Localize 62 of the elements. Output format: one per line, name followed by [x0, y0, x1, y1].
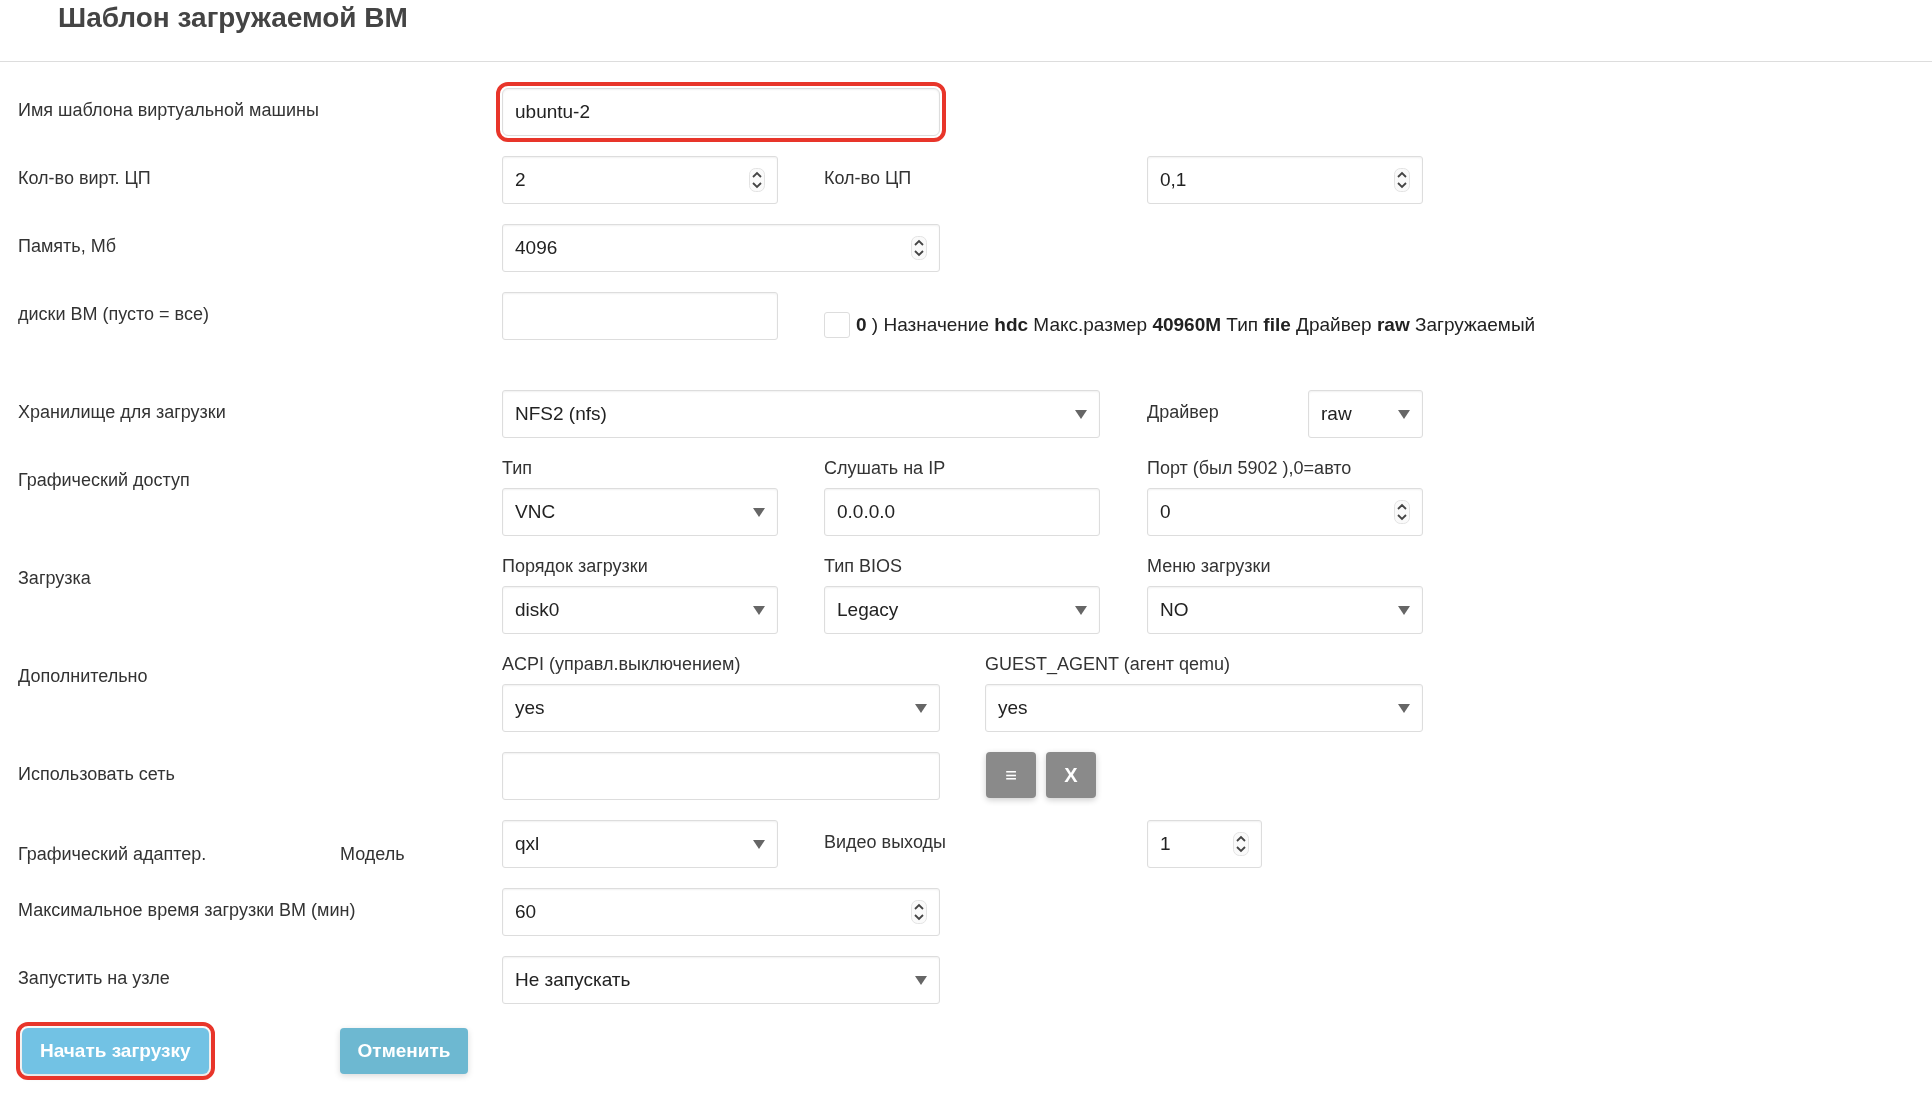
spinner-arrows-icon[interactable] [749, 168, 765, 192]
spinner-arrows-icon[interactable] [1233, 832, 1249, 856]
checkbox[interactable] [824, 312, 850, 338]
field-label: Кол-во вирт. ЦП [18, 167, 152, 189]
dropdown-caret-icon [1398, 605, 1410, 615]
select-field[interactable]: NO [1147, 586, 1423, 634]
number-field[interactable]: 0 [1147, 488, 1423, 536]
select-field[interactable]: Не запускать [502, 956, 940, 1004]
field-caption: Слушать на IP [824, 458, 947, 480]
field-label: Запустить на узле [18, 967, 171, 989]
disk-description: 0 ) Назначение hdc Макс.размер 40960M Тип file Драйвер raw Загружаемый [856, 314, 1536, 336]
field-label: Графический адаптер. [18, 843, 208, 865]
field-label: Загрузка [18, 567, 92, 589]
field-caption: Тип BIOS [824, 556, 904, 578]
field-label: Имя шаблона виртуальной машины [18, 99, 320, 121]
spinner-arrows-icon[interactable] [1394, 500, 1410, 524]
field-label: Видео выходы [824, 831, 947, 853]
dropdown-caret-icon [753, 507, 765, 517]
number-field[interactable]: 1 [1147, 820, 1262, 868]
field-label: Дополнительно [18, 665, 149, 687]
select-field[interactable]: NFS2 (nfs) [502, 390, 1100, 438]
dropdown-caret-icon [1075, 409, 1087, 419]
dropdown-caret-icon [753, 839, 765, 849]
field-label: Максимальное время загрузки ВМ (мин) [18, 899, 357, 921]
select-field[interactable]: disk0 [502, 586, 778, 634]
select-field[interactable]: qxl [502, 820, 778, 868]
field-label: Модель [340, 843, 405, 865]
spinner-arrows-icon[interactable] [911, 236, 927, 260]
field-label: Графический доступ [18, 469, 191, 491]
spinner-arrows-icon[interactable] [911, 900, 927, 924]
field-label: диски ВМ (пусто = все) [18, 303, 210, 325]
field-label: Кол-во ЦП [824, 167, 913, 189]
dropdown-caret-icon [1398, 409, 1410, 419]
dropdown-caret-icon [753, 605, 765, 615]
number-field[interactable]: 60 [502, 888, 940, 936]
select-field[interactable]: Legacy [824, 586, 1100, 634]
field-label: Память, Мб [18, 235, 117, 257]
spinner-arrows-icon[interactable] [1394, 168, 1410, 192]
select-field[interactable]: yes [502, 684, 940, 732]
field-label: Использовать сеть [18, 763, 176, 785]
page-title: Шаблон загружаемой ВМ [58, 2, 408, 34]
field-caption: Меню загрузки [1147, 556, 1272, 578]
field-caption: Порядок загрузки [502, 556, 649, 578]
field-caption: Порт (был 5902 ),0=авто [1147, 458, 1353, 480]
dropdown-caret-icon [915, 703, 927, 713]
dropdown-caret-icon [1075, 605, 1087, 615]
field-label: Драйвер [1147, 401, 1220, 423]
dropdown-caret-icon [1398, 703, 1410, 713]
field-caption: Тип [502, 458, 533, 480]
select-field[interactable]: raw [1308, 390, 1423, 438]
field-caption: ACPI (управл.выключением) [502, 654, 742, 676]
input-field[interactable] [502, 292, 778, 340]
input-field[interactable] [502, 752, 940, 800]
select-field[interactable]: VNC [502, 488, 778, 536]
field-label: Хранилище для загрузки [18, 401, 227, 423]
dropdown-caret-icon [915, 975, 927, 985]
number-field[interactable]: 2 [502, 156, 778, 204]
input-field[interactable]: 0.0.0.0 [824, 488, 1100, 536]
number-field[interactable]: 4096 [502, 224, 940, 272]
select-field[interactable]: yes [985, 684, 1423, 732]
field-caption: GUEST_AGENT (агент qemu) [985, 654, 1232, 676]
number-field[interactable]: 0,1 [1147, 156, 1423, 204]
